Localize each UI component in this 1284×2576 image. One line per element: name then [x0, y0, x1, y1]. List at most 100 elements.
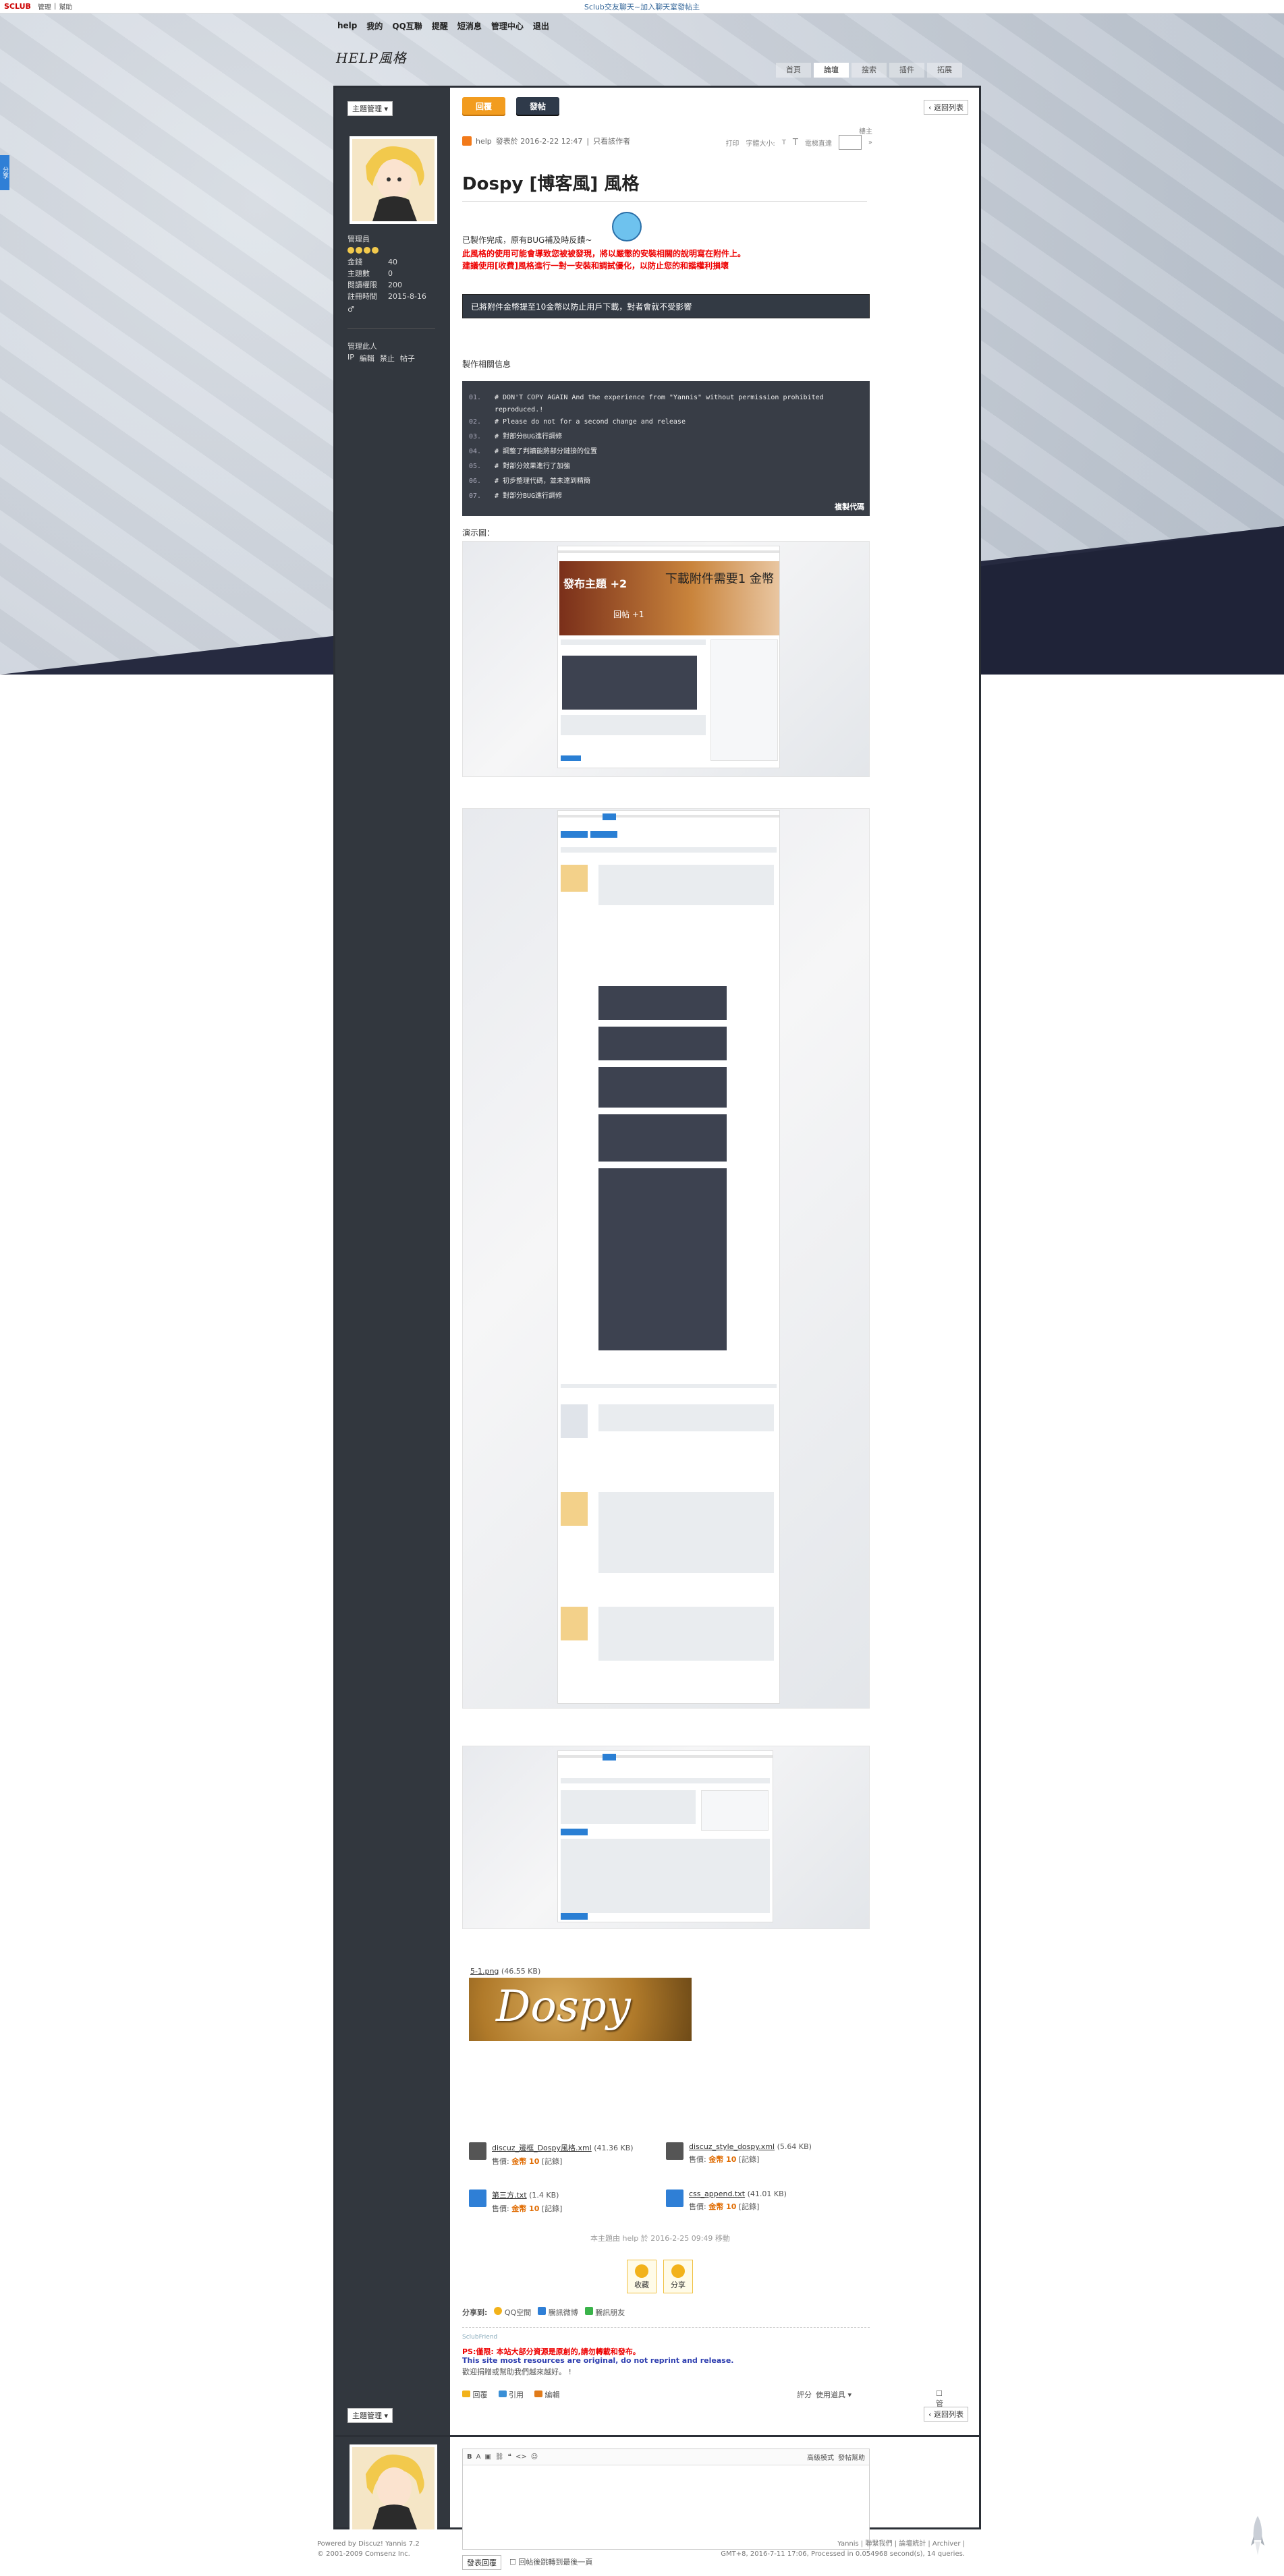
tab-extend[interactable]: 拓展: [927, 63, 962, 78]
screenshot-banner-text-3: 回帖 +1: [613, 610, 644, 619]
image-icon[interactable]: ▣: [484, 2453, 491, 2461]
attachment-link[interactable]: discuz_style_dospy.xml: [689, 2142, 775, 2151]
posting-help-link[interactable]: 發帖幫助: [838, 2452, 865, 2462]
buy-link[interactable]: [記錄]: [542, 2157, 563, 2166]
back-to-top-rocket-icon[interactable]: [1251, 2516, 1264, 2556]
post-intro: 已製作完成，原有BUG補及時反饋~: [462, 235, 592, 245]
demo-screenshot-2[interactable]: [462, 808, 870, 1709]
nav-messages[interactable]: 短消息: [457, 20, 482, 32]
post-edited-note: 本主題由 help 於 2016-2-25 09:49 移動: [590, 2234, 730, 2243]
tab-plugins[interactable]: 插件: [889, 63, 924, 78]
nav-qq[interactable]: QQ互聯: [392, 20, 422, 32]
side-share-tab[interactable]: 分享: [0, 155, 9, 190]
reply-button[interactable]: 回覆: [462, 97, 505, 116]
footer-stats: GMT+8, 2016-7-11 17:06, Processed in 0.0…: [721, 2550, 965, 2558]
print-link[interactable]: 打印: [725, 138, 739, 148]
quote-icon[interactable]: ❝: [508, 2453, 511, 2461]
share-title: 分享到:: [462, 2308, 488, 2317]
buy-link[interactable]: [記錄]: [739, 2202, 760, 2211]
xml-file-icon: [469, 2142, 486, 2160]
tab-home[interactable]: 首頁: [776, 63, 811, 78]
quote-action[interactable]: 引用: [498, 2389, 524, 2400]
thread-manage-label: 主題管理: [352, 105, 382, 113]
admin-edit-link[interactable]: 編輯: [360, 353, 374, 364]
attachment-link[interactable]: discuz_邊框_Dospy風格.xml: [492, 2144, 592, 2152]
share-tweibo[interactable]: 騰訊微博: [538, 2307, 578, 2318]
demo-screenshot-3[interactable]: [462, 1746, 870, 1929]
notice-box: 已將附件金幣提至10金幣以防止用戶下載，對者會就不受影響: [462, 294, 870, 318]
nav-help[interactable]: help: [337, 21, 357, 30]
nav-logout[interactable]: 退出: [533, 20, 549, 32]
admin-posts-link[interactable]: 帖子: [400, 353, 415, 364]
code-line: 01. # DON'T COPY AGAIN And the experience…: [469, 394, 824, 401]
edit-icon: [534, 2391, 542, 2397]
share-bar: 分享到: QQ空間 騰訊微博 騰訊朋友: [462, 2307, 625, 2318]
nav-mine[interactable]: 我的: [366, 20, 383, 32]
thread-manage-button[interactable]: 主題管理 ▾: [347, 101, 393, 116]
attachment-link[interactable]: 第三方.txt: [492, 2191, 527, 2200]
admin-ban-link[interactable]: 禁止: [380, 353, 395, 364]
tab-forum[interactable]: 論壇: [814, 63, 849, 78]
code-icon[interactable]: <>: [515, 2453, 527, 2461]
reply-action[interactable]: 回覆: [462, 2389, 488, 2400]
info-title: 製作相關信息: [462, 360, 511, 369]
footer-copyright: © 2001-2009 Comsenz Inc.: [317, 2550, 410, 2558]
post-warning-2: 建議使用[收費]風格進行一對一安裝和調試優化，以防止您的和諧權利損壞: [462, 261, 729, 270]
font-large-button[interactable]: T: [793, 138, 798, 148]
post-author[interactable]: help: [476, 137, 492, 146]
avatar-image: [352, 139, 435, 221]
tab-search[interactable]: 搜索: [852, 63, 887, 78]
attachment-link[interactable]: css_append.txt: [689, 2189, 745, 2198]
only-author-link[interactable]: 只看該作者: [593, 136, 630, 146]
demo-screenshot-1[interactable]: 發布主題 +2 下載附件需要1 金幣 回帖 +1: [462, 541, 870, 777]
sub-nav: 首頁 論壇 搜索 插件 拓展: [776, 63, 962, 78]
dospy-banner-image[interactable]: Dospy: [469, 1978, 692, 2041]
new-post-button[interactable]: 發帖: [516, 97, 559, 116]
rank-star-icon: [364, 247, 370, 254]
font-small-button[interactable]: T: [782, 139, 786, 146]
nav-remind[interactable]: 提醒: [432, 20, 448, 32]
share-button[interactable]: 分享: [663, 2260, 693, 2293]
screenshot-banner-text-2: 下載附件需要1 金幣: [665, 572, 774, 586]
copy-code-button[interactable]: 複製代碼: [835, 501, 864, 512]
code-line: 03. # 對部分BUG進行調修: [469, 433, 563, 440]
nav-admin[interactable]: 管理中心: [491, 20, 524, 32]
footer-powered[interactable]: Powered by Discuz! Yannis 7.2: [317, 2539, 420, 2549]
avatar[interactable]: [350, 136, 437, 224]
rate-link[interactable]: 評分: [797, 2389, 812, 2400]
return-last-page-checkbox[interactable]: ☐ 回帖後跳轉到最後一頁: [509, 2556, 592, 2567]
use-tool-menu[interactable]: 使用道具 ▾: [816, 2389, 852, 2400]
code-line: 02. # Please do not for a second change a…: [469, 418, 686, 426]
thread-manage-button-bottom[interactable]: 主題管理 ▾: [347, 2408, 393, 2423]
buy-link[interactable]: [記錄]: [739, 2155, 760, 2164]
banner-file-link[interactable]: 5-1.png: [470, 1967, 499, 1976]
submit-reply-button[interactable]: 發表回覆: [462, 2555, 501, 2570]
forum-logo[interactable]: HELP風格: [336, 47, 407, 67]
screenshot-mock: [557, 1750, 773, 1922]
bold-icon[interactable]: B: [467, 2453, 472, 2461]
code-block: 01. # DON'T COPY AGAIN And the experience…: [462, 381, 870, 516]
back-to-list-label: 返回列表: [934, 103, 964, 112]
signature-title: SclubFriend: [462, 2334, 498, 2341]
reply-avatar-image: [366, 2454, 424, 2529]
admin-ip-link[interactable]: IP: [347, 353, 354, 364]
back-to-list-button-bottom[interactable]: ‹ 返回列表: [924, 2407, 968, 2422]
color-icon[interactable]: A: [476, 2453, 481, 2461]
jump-go-button[interactable]: »: [868, 139, 872, 146]
reply-textarea[interactable]: [463, 2465, 869, 2549]
share-qzone[interactable]: QQ空間: [494, 2307, 531, 2318]
bottom-divider: [335, 2435, 979, 2437]
smiley-icon[interactable]: ☺: [531, 2453, 538, 2461]
share-friend[interactable]: 騰訊朋友: [584, 2307, 625, 2318]
favorite-button[interactable]: 收藏: [627, 2260, 657, 2293]
back-to-list-button[interactable]: ‹ 返回列表: [924, 100, 968, 115]
link-icon[interactable]: ⛓: [495, 2453, 504, 2461]
edit-action[interactable]: 編輯: [534, 2389, 560, 2400]
floor-jump-input[interactable]: [838, 135, 862, 150]
top-announcement[interactable]: Sclub交友聊天~加入聊天室發帖主: [0, 1, 1284, 12]
advanced-mode-link[interactable]: 高級模式: [807, 2452, 834, 2462]
buy-link[interactable]: [記錄]: [542, 2204, 563, 2213]
author-column: [335, 88, 450, 2527]
screenshot-mock: [557, 810, 780, 1704]
footer-links[interactable]: Yannis | 聯繫我們 | 論壇統計 | Archiver |: [721, 2539, 965, 2549]
